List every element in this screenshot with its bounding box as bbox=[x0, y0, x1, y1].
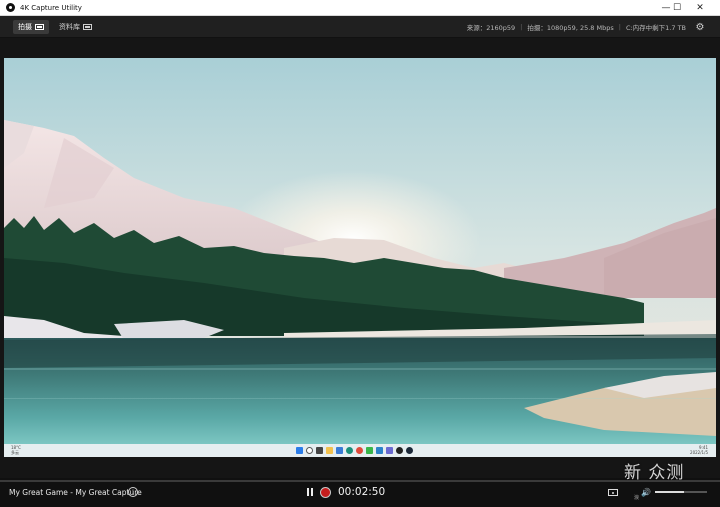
weather-desc: 多云 bbox=[11, 449, 19, 455]
windows-start-icon bbox=[296, 447, 303, 454]
store-icon bbox=[336, 447, 343, 454]
clock-date: 2022/1/5 bbox=[690, 449, 708, 455]
steam-icon bbox=[406, 447, 413, 454]
preview-landscape-image bbox=[4, 58, 716, 444]
info-icon[interactable]: i bbox=[128, 487, 138, 497]
app-window: 4K Capture Utility — ☐ ✕ 拍摄 资料库 来源：2160p… bbox=[0, 0, 720, 507]
status-divider: | bbox=[520, 23, 523, 31]
pause-button[interactable] bbox=[306, 488, 314, 496]
tab-capture-label: 拍摄 bbox=[18, 23, 32, 31]
pause-bar-right bbox=[311, 488, 313, 496]
tab-capture[interactable]: 拍摄 bbox=[13, 20, 49, 34]
status-divider: | bbox=[618, 23, 621, 31]
capture-progress-track bbox=[0, 480, 720, 482]
file-explorer-icon bbox=[326, 447, 333, 454]
capture-icon bbox=[35, 24, 44, 30]
taskbar-app-icons bbox=[296, 447, 413, 454]
obs-icon bbox=[396, 447, 403, 454]
window-title: 4K Capture Utility bbox=[20, 3, 82, 12]
capture-name-label: My Great Game - My Great Capture bbox=[9, 488, 142, 497]
edge-icon bbox=[346, 447, 353, 454]
capture-preview bbox=[4, 58, 716, 444]
library-icon bbox=[83, 24, 92, 30]
source-status: 来源：2160p59 bbox=[466, 24, 516, 32]
gear-icon[interactable]: ⚙ bbox=[694, 20, 706, 34]
title-bar: 4K Capture Utility — ☐ ✕ bbox=[0, 0, 720, 16]
wechat-icon bbox=[366, 447, 373, 454]
capture-status: 拍摄：1080p59, 25.8 Mbps bbox=[527, 24, 614, 32]
screenshot-icon[interactable] bbox=[608, 489, 618, 496]
captured-taskbar: 18°C 多云 9:41 2022/1/5 bbox=[4, 444, 716, 457]
app-logo-icon bbox=[6, 3, 15, 12]
task-view-icon bbox=[316, 447, 323, 454]
toolbar: 拍摄 资料库 来源：2160p59 | 拍摄：1080p59, 25.8 Mbp… bbox=[0, 16, 720, 38]
status-bar: 来源：2160p59 | 拍摄：1080p59, 25.8 Mbps | C:内… bbox=[467, 20, 686, 34]
photos-icon bbox=[386, 447, 393, 454]
volume-icon[interactable]: 🔊 bbox=[641, 488, 651, 497]
maximize-button[interactable]: ☐ bbox=[666, 0, 688, 16]
volume-slider-fill bbox=[655, 491, 684, 493]
chrome-icon bbox=[356, 447, 363, 454]
record-button[interactable] bbox=[320, 487, 331, 498]
tab-library-label: 资料库 bbox=[59, 23, 80, 31]
tab-library[interactable]: 资料库 bbox=[54, 20, 97, 34]
taskbar-clock: 9:41 2022/1/5 bbox=[690, 445, 708, 455]
close-button[interactable]: ✕ bbox=[689, 0, 711, 16]
pause-bar-left bbox=[307, 488, 309, 496]
search-icon bbox=[306, 447, 313, 454]
watermark-logo: 新 众测 bbox=[624, 463, 685, 483]
storage-status: C:内存中剩下1.7 TB bbox=[625, 24, 686, 32]
taskbar-weather: 18°C 多云 bbox=[11, 445, 21, 455]
record-timer: 00:02:50 bbox=[338, 486, 386, 498]
mail-icon bbox=[376, 447, 383, 454]
watermark-sub: 浪 bbox=[634, 495, 640, 501]
volume-slider[interactable] bbox=[655, 491, 707, 493]
